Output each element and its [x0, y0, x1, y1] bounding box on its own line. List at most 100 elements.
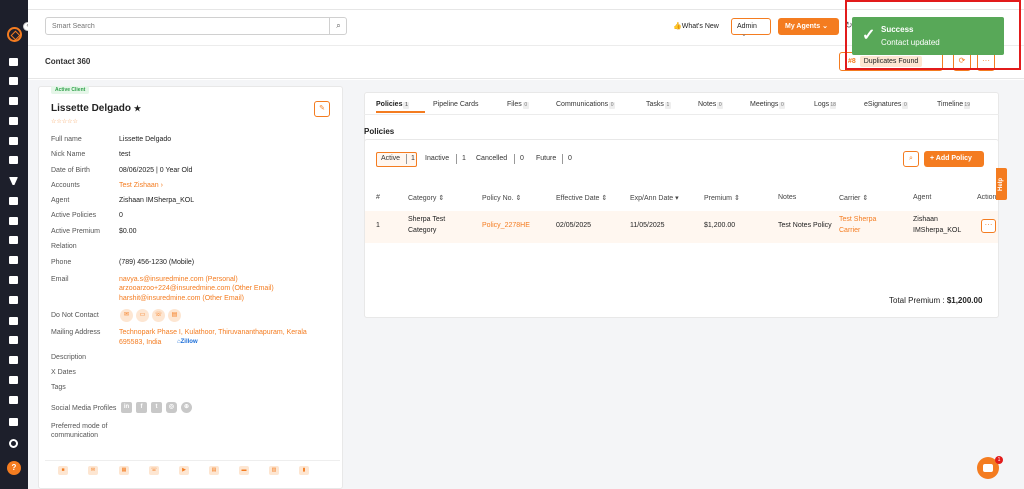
trend-icon[interactable] [9, 396, 18, 404]
policy-number-link[interactable]: Policy_2278HE [482, 222, 530, 229]
brand-logo-icon[interactable] [7, 27, 22, 42]
carriers-icon[interactable] [9, 117, 18, 125]
tab-esignatures[interactable]: eSignatures 0 [864, 101, 909, 109]
quick-email-icon[interactable]: ✉ [88, 466, 98, 475]
tab-pipeline-cards[interactable]: Pipeline Cards [433, 101, 479, 108]
search-input[interactable] [46, 18, 326, 34]
field-label: Description [51, 354, 87, 361]
field-label: Mailing Address [51, 329, 101, 336]
field-label: Relation [51, 243, 77, 250]
tab-tasks[interactable]: Tasks 1 [646, 101, 671, 109]
column-header[interactable]: Category ⇕ [408, 194, 444, 202]
tab-notes[interactable]: Notes 0 [698, 101, 724, 109]
quick-action-icon[interactable]: ■ [58, 466, 68, 475]
tab-policies[interactable]: Policies 1 [376, 101, 410, 109]
rating-stars[interactable]: ☆☆☆☆☆ [51, 118, 78, 125]
field-label: Preferred mode of [51, 423, 108, 430]
reports-icon[interactable] [9, 137, 18, 145]
my-agents-button[interactable]: My Agents ⌄ [778, 18, 839, 35]
filter-future[interactable]: Future [536, 155, 556, 162]
calculator-icon[interactable] [9, 276, 18, 284]
filter-icon[interactable] [9, 177, 18, 185]
email-link[interactable]: navya.s@insuredmine.com (Personal) [119, 276, 238, 283]
calculator-alt-icon[interactable] [9, 296, 18, 304]
active-tab-indicator [376, 111, 425, 113]
tab-logs[interactable]: Logs18 [814, 101, 837, 109]
quick-phone-icon[interactable]: ☏ [149, 466, 159, 475]
quick-note-icon[interactable]: ▮ [299, 466, 309, 475]
tab-label: Policies [376, 101, 403, 108]
carrier-link-line2[interactable]: Carrier [839, 227, 860, 234]
filter-count: 0 [568, 155, 572, 162]
search-box[interactable] [45, 17, 347, 35]
filter-active[interactable]: Active [381, 155, 400, 162]
contacts-icon[interactable] [9, 77, 18, 85]
column-header[interactable]: Policy No. ⇕ [482, 194, 521, 202]
edit-contact-button[interactable]: ✎ [314, 101, 330, 117]
admin-select[interactable]: Admin ⌄ [731, 18, 771, 38]
row-action-button[interactable]: ··· [981, 219, 996, 233]
id-card-icon[interactable] [9, 156, 18, 164]
instagram-icon[interactable]: ◎ [166, 402, 177, 413]
dnc-chat-icon[interactable]: ▭ [136, 309, 149, 322]
mail-icon[interactable] [9, 336, 18, 344]
dnc-sms-icon[interactable]: ▤ [168, 309, 181, 322]
column-header[interactable]: Carrier ⇕ [839, 194, 868, 202]
filter-inactive[interactable]: Inactive [425, 155, 449, 162]
phone-value[interactable]: (789) 456-1230 (Mobile) [119, 259, 194, 266]
quick-video-icon[interactable]: ▶ [179, 466, 189, 475]
quick-folder-icon[interactable]: ▬ [239, 466, 249, 475]
twitter-icon[interactable]: t [151, 402, 162, 413]
settings-icon[interactable] [9, 439, 18, 448]
megaphone-icon[interactable] [9, 197, 18, 205]
integrations-icon[interactable] [9, 418, 18, 426]
tab-label: Notes [698, 101, 717, 108]
documents-icon[interactable] [9, 97, 18, 105]
search-policy-button[interactable]: ⌕ [903, 151, 919, 167]
dnc-email-icon[interactable]: ✉ [120, 309, 133, 322]
add-policy-button[interactable]: + Add Policy [924, 151, 984, 167]
dnc-phone-icon[interactable]: ☏ [152, 309, 165, 322]
chevron-down-icon: ⌄ [741, 31, 747, 38]
linkedin-icon[interactable]: in [121, 402, 132, 413]
tab-meetings[interactable]: Meetings 0 [750, 101, 786, 109]
carrier-link[interactable]: Test Sherpa [839, 216, 876, 223]
website-icon[interactable]: ⊕ [181, 402, 192, 413]
user-icon[interactable] [9, 217, 18, 225]
search-icon[interactable]: ⌕ [329, 17, 347, 35]
analytics-icon[interactable] [9, 236, 18, 244]
tab-files[interactable]: Files 0 [507, 101, 529, 109]
tab-count: 0 [522, 102, 529, 109]
calendar-icon[interactable] [9, 317, 18, 325]
workflow-icon[interactable] [9, 376, 18, 384]
quick-calendar-icon[interactable]: ▦ [119, 466, 129, 475]
help-tab[interactable]: Help [996, 168, 1007, 200]
whats-new-link[interactable]: 👍What's New [673, 22, 719, 30]
quick-task-icon[interactable]: ▥ [269, 466, 279, 475]
mailing-address-line2[interactable]: 695583, India [119, 339, 161, 346]
help-icon[interactable]: ? [7, 461, 21, 475]
tab-timeline[interactable]: Timeline19 [937, 101, 971, 109]
column-header[interactable]: Premium ⇕ [704, 194, 740, 202]
column-header[interactable]: Exp/Ann Date ▾ [630, 194, 679, 202]
dashboard-icon[interactable] [9, 58, 18, 66]
facebook-icon[interactable]: f [136, 402, 147, 413]
account-link[interactable]: Test Zishaan › [119, 182, 163, 189]
filter-cancelled[interactable]: Cancelled [476, 155, 507, 162]
email-link[interactable]: arzooarzoo+224@insuredmine.com (Other Em… [119, 285, 274, 292]
star-icon[interactable]: ★ [134, 104, 141, 113]
mailing-address[interactable]: Technopark Phase I, Kulathoor, Thiruvana… [119, 329, 307, 336]
field-label: Active Policies [51, 212, 97, 219]
filter-count: 1 [462, 155, 466, 162]
tab-communications[interactable]: Communications 0 [556, 101, 616, 109]
column-header[interactable]: Effective Date ⇕ [556, 194, 607, 202]
tab-count: 0 [609, 102, 616, 109]
announce-icon[interactable] [9, 356, 18, 364]
table-row[interactable] [365, 211, 998, 243]
email-link[interactable]: harshit@insuredmine.com (Other Email) [119, 295, 244, 302]
zillow-link[interactable]: ⌂Zillow [177, 339, 198, 345]
folder-icon[interactable] [9, 256, 18, 264]
field-label: Email [51, 276, 69, 283]
quick-file-icon[interactable]: ▤ [209, 466, 219, 475]
field-value: Zishaan IMSherpa_KOL [119, 197, 195, 204]
